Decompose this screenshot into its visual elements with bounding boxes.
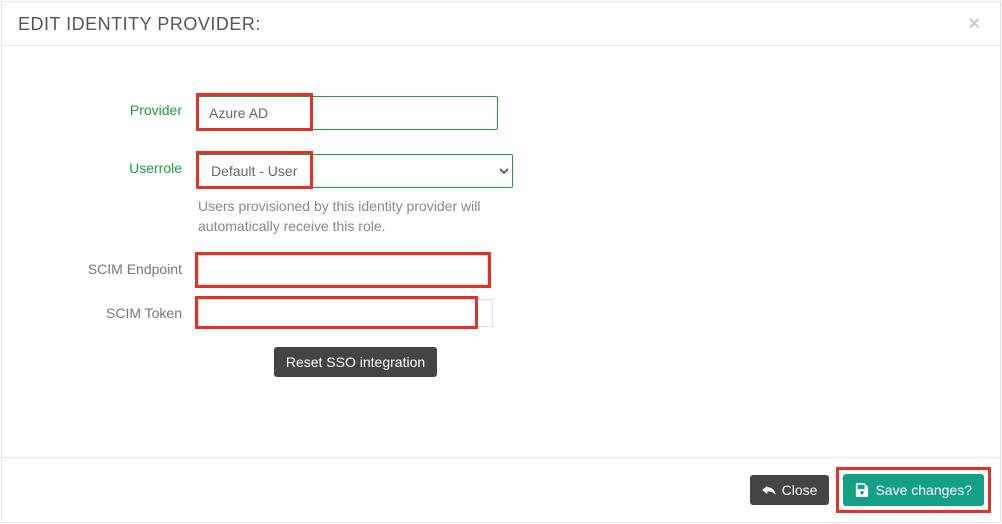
modal-footer: Close Save changes?	[2, 457, 1000, 522]
close-icon[interactable]: ×	[964, 14, 984, 34]
scim-token-input[interactable]	[198, 299, 493, 327]
modal-title: EDIT IDENTITY PROVIDER:	[18, 14, 261, 35]
save-button[interactable]: Save changes?	[843, 474, 984, 506]
close-button-label: Close	[782, 483, 818, 497]
reset-row: Reset SSO integration	[198, 347, 513, 377]
scim-endpoint-input[interactable]	[198, 255, 488, 285]
row-scim-endpoint: SCIM Endpoint	[22, 255, 980, 285]
row-userrole: Userrole Default - User Users provisione…	[22, 154, 980, 237]
reset-sso-button[interactable]: Reset SSO integration	[274, 347, 437, 377]
userrole-field-col: Default - User Users provisioned by this…	[198, 154, 513, 237]
row-scim-token: SCIM Token	[22, 299, 980, 327]
provider-input[interactable]	[198, 96, 498, 130]
userrole-help-text: Users provisioned by this identity provi…	[198, 196, 513, 237]
provider-label: Provider	[22, 96, 198, 118]
scim-token-col	[198, 299, 513, 327]
userrole-select[interactable]: Default - User	[198, 154, 513, 188]
scim-endpoint-label: SCIM Endpoint	[22, 255, 198, 277]
provider-field-col	[198, 96, 513, 130]
close-button[interactable]: Close	[750, 475, 830, 505]
scim-endpoint-col	[198, 255, 513, 285]
save-icon	[855, 483, 869, 497]
modal-header: EDIT IDENTITY PROVIDER: ×	[2, 2, 1000, 46]
row-provider: Provider	[22, 96, 980, 130]
save-wrapper: Save changes?	[843, 474, 984, 506]
edit-idp-modal: EDIT IDENTITY PROVIDER: × Provider Userr…	[1, 1, 1001, 523]
reply-icon	[762, 483, 776, 497]
save-button-label: Save changes?	[875, 483, 972, 497]
scim-token-label: SCIM Token	[22, 299, 198, 321]
modal-body: Provider Userrole Default - User Users p…	[2, 46, 1000, 457]
userrole-label: Userrole	[22, 154, 198, 176]
